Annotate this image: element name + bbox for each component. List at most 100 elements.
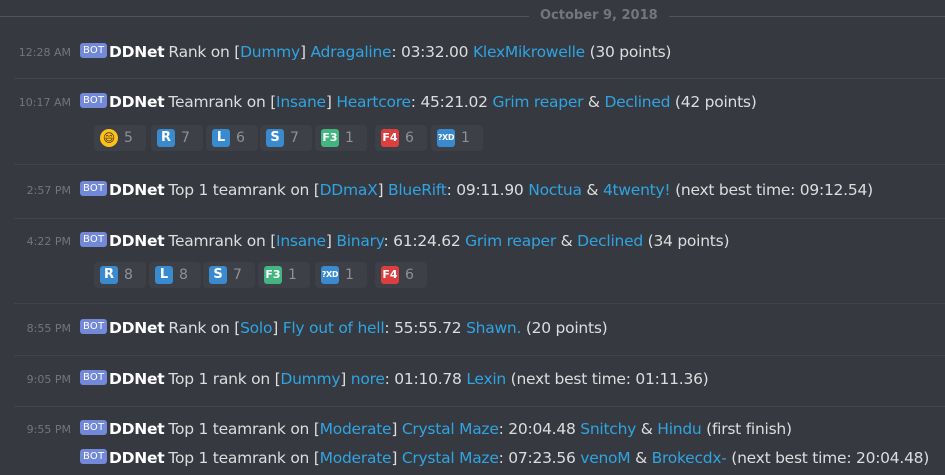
message-text: Top 1 teamrank on [ (168, 449, 320, 467)
message-row: 10:17 AM BOT DDNet Teamrank on [Insane] Hea… (0, 92, 945, 114)
username[interactable]: DDNet (109, 43, 165, 61)
reaction-button[interactable]: R7 (151, 125, 203, 151)
bot-tag: BOT (80, 420, 108, 435)
message-link[interactable]: nore (351, 370, 385, 388)
message-text: : 07:23.56 (498, 449, 581, 467)
reaction-button[interactable]: S7 (260, 125, 312, 151)
message-link[interactable]: Crystal Maze (402, 420, 499, 438)
message-separator (14, 303, 945, 304)
message-timestamp[interactable]: 9:05 PM (27, 372, 71, 388)
message-link[interactable]: Declined (577, 232, 643, 250)
username[interactable]: DDNet (109, 449, 165, 467)
reaction-button[interactable]: F3 1 (258, 262, 310, 288)
reaction-button[interactable]: F4 6 (375, 125, 427, 151)
message-link[interactable]: KlexMikrowelle (473, 43, 585, 61)
message-link[interactable]: Declined (604, 93, 670, 111)
message-separator (14, 406, 945, 407)
reaction-count: 8 (124, 267, 133, 283)
reaction-button[interactable]: ?XD 1 (431, 125, 483, 151)
reaction-button[interactable]: S7 (203, 262, 255, 288)
message-content: DDNet Rank on [Solo] Fly out of hell: 55:… (109, 318, 608, 338)
reaction-button[interactable]: L6 (206, 125, 258, 151)
message-link[interactable]: venoM (580, 449, 630, 467)
message-text: : 01:10.78 (384, 370, 467, 388)
message-link[interactable]: Brokecdx- (652, 449, 727, 467)
reaction-count: 7 (181, 130, 190, 146)
message-content: DDNet Top 1 teamrank on [DDmaX] BlueRift:… (109, 180, 873, 200)
message-text: Top 1 teamrank on [ (168, 181, 320, 199)
regional-indicator-s-icon: S (266, 129, 284, 147)
message-link[interactable]: Hindu (657, 420, 701, 438)
message-text: Rank on [ (168, 319, 241, 337)
username[interactable]: DDNet (109, 232, 165, 250)
message-link[interactable]: Grim reaper (492, 93, 583, 111)
message-link[interactable]: Dummy (280, 370, 340, 388)
message-timestamp[interactable]: 4:22 PM (27, 234, 71, 250)
reaction-button[interactable]: 😄 5 (94, 125, 146, 151)
message-timestamp[interactable]: 2:57 PM (27, 183, 71, 199)
username[interactable]: DDNet (109, 93, 165, 111)
message-text: ] (391, 420, 402, 438)
reaction-count: 6 (405, 130, 414, 146)
xd-emote-icon: ?XD (321, 266, 339, 284)
message-row: 2:57 PM BOT DDNet Top 1 teamrank on [DDmaX]… (0, 180, 945, 202)
message-text: : 61:24.62 (383, 232, 466, 250)
reaction-count: 1 (345, 130, 354, 146)
reaction-button[interactable]: ?XD 1 (315, 262, 367, 288)
message-link[interactable]: Adragaline (310, 43, 391, 61)
reaction-count: 8 (179, 267, 188, 283)
message-link[interactable]: Insane (276, 93, 326, 111)
message-timestamp[interactable]: 8:55 PM (27, 321, 71, 337)
date-divider: October 9, 2018 (0, 7, 945, 25)
message-content: DDNet Top 1 teamrank on [Moderate] Crysta… (109, 448, 929, 468)
message-text: : 45:21.02 (410, 93, 493, 111)
message-link[interactable]: Moderate (320, 420, 392, 438)
message-text: : 20:04.48 (498, 420, 581, 438)
message-text: ] (325, 93, 337, 111)
message-link[interactable]: Solo (240, 319, 272, 337)
message-timestamp[interactable]: 12:28 AM (19, 45, 71, 61)
message-link[interactable]: Fly out of hell (283, 319, 385, 337)
reaction-count: 1 (345, 267, 354, 283)
message-link[interactable]: Shawn. (466, 319, 521, 337)
username[interactable]: DDNet (109, 370, 165, 388)
message-text: & (636, 420, 658, 438)
message-timestamp[interactable]: 10:17 AM (19, 95, 71, 111)
message-row: 4:22 PM BOT DDNet Teamrank on [Insane] Bina… (0, 231, 945, 253)
message-link[interactable]: Heartcore (336, 93, 411, 111)
message-link[interactable]: Snitchy (580, 420, 636, 438)
message-link[interactable]: Insane (276, 232, 326, 250)
message-content: DDNet Top 1 teamrank on [Moderate] Crysta… (109, 419, 792, 439)
message-link[interactable]: DDmaX (320, 181, 378, 199)
reaction-button[interactable]: F3 1 (315, 125, 367, 151)
username[interactable]: DDNet (109, 420, 165, 438)
reaction-button[interactable]: R8 (94, 262, 146, 288)
message-text: Top 1 rank on [ (168, 370, 281, 388)
reaction-button[interactable]: L8 (149, 262, 201, 288)
f3-emote-icon: F3 (264, 266, 282, 284)
message-link[interactable]: BlueRift (388, 181, 447, 199)
bot-tag: BOT (80, 319, 108, 334)
message-timestamp[interactable]: 9:55 PM (27, 422, 71, 438)
message-link[interactable]: Grim reaper (465, 232, 556, 250)
message-link[interactable]: Moderate (320, 449, 392, 467)
message-separator (14, 218, 945, 219)
message-link[interactable]: Noctua (528, 181, 582, 199)
message-content: DDNet Top 1 rank on [Dummy] nore: 01:10.7… (109, 369, 709, 389)
message-link[interactable]: Dummy (240, 43, 300, 61)
reaction-button[interactable]: F4 6 (375, 262, 427, 288)
message-text: (42 points) (670, 93, 757, 111)
message-link[interactable]: 4twenty! (603, 181, 671, 199)
message-link[interactable]: Binary (336, 232, 383, 250)
bot-tag: BOT (80, 449, 108, 464)
message-row: 9:55 PM BOT DDNet Top 1 teamrank on [Modera… (0, 419, 945, 441)
message-text: & (583, 93, 605, 111)
message-link[interactable]: Lexin (466, 370, 506, 388)
message-separator (14, 78, 945, 79)
message-text: : 55:55.72 (384, 319, 467, 337)
grinning-face-icon: 😄 (100, 129, 118, 147)
username[interactable]: DDNet (109, 319, 165, 337)
username[interactable]: DDNet (109, 181, 165, 199)
regional-indicator-l-icon: L (155, 266, 173, 284)
message-link[interactable]: Crystal Maze (402, 449, 499, 467)
